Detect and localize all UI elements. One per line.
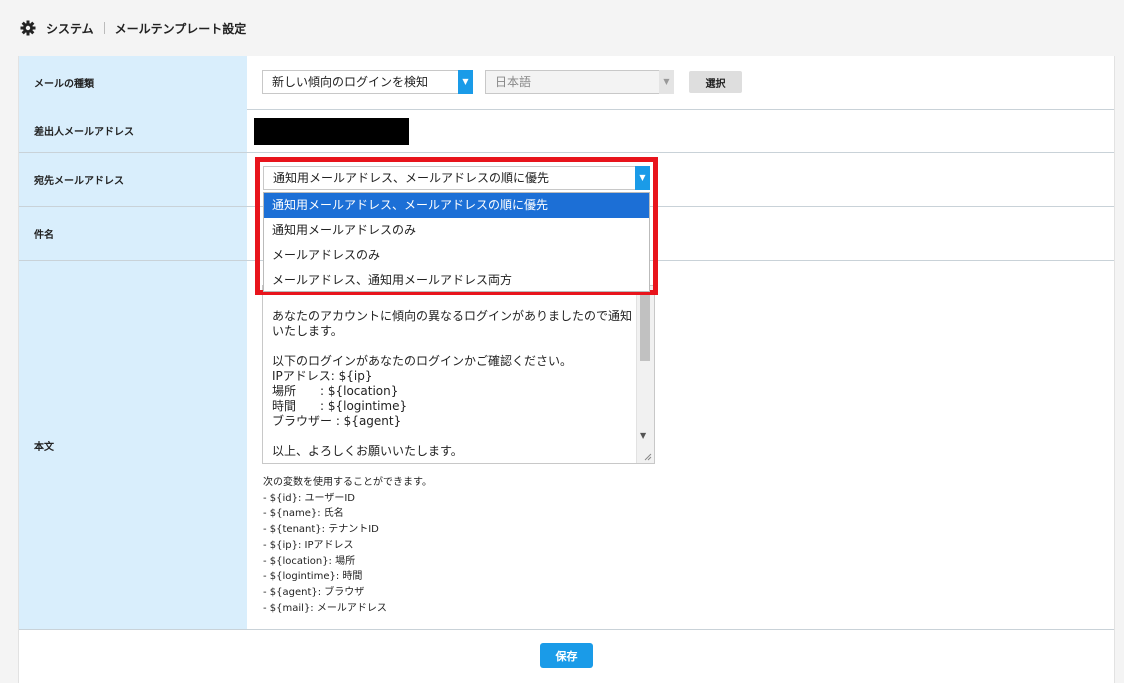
scrollbar-thumb[interactable] (640, 286, 650, 361)
select-button[interactable]: 選択 (689, 71, 742, 93)
row-body: 本文 あなたのアカウントに傾向の異なるログインがありましたので通知いたします。 … (19, 261, 1114, 630)
variables-intro: 次の変数を使用することができます。 (263, 477, 432, 488)
scroll-down-icon[interactable]: ▼ (640, 428, 646, 443)
sender-address-redacted (254, 118, 409, 145)
recipient-select[interactable]: 通知用メールアドレス、メールアドレスの順に優先 ▼ (263, 166, 650, 190)
subject-label: 件名 (19, 207, 247, 260)
mail-type-select[interactable]: 新しい傾向のログインを検知 ▼ (262, 70, 473, 94)
chevron-down-icon: ▼ (458, 70, 473, 94)
recipient-option[interactable]: 通知用メールアドレスのみ (264, 218, 649, 243)
variable-item: - ${tenant}: テナントID (263, 524, 379, 536)
language-value: 日本語 (495, 75, 532, 89)
recipient-option[interactable]: メールアドレスのみ (264, 243, 649, 268)
variable-item: - ${logintime}: 時間 (263, 571, 363, 583)
save-button[interactable]: 保存 (540, 643, 593, 668)
recipient-label: 宛先メールアドレス (19, 153, 247, 206)
variables-help: 次の変数を使用することができます。 - ${id}: ユーザーID - ${na… (263, 475, 432, 616)
body-textarea[interactable]: あなたのアカウントに傾向の異なるログインがありましたので通知いたします。 以下の… (262, 285, 655, 464)
variable-item: - ${location}: 場所 (263, 555, 356, 567)
recipient-value: 通知用メールアドレス、メールアドレスの順に優先 (273, 171, 550, 185)
recipient-option[interactable]: 通知用メールアドレス、メールアドレスの順に優先 (264, 193, 649, 218)
recipient-option[interactable]: メールアドレス、通知用メールアドレス両方 (264, 268, 649, 293)
gear-icon (20, 20, 36, 36)
sender-label: 差出人メールアドレス (19, 109, 247, 152)
variable-item: - ${id}: ユーザーID (263, 492, 355, 504)
breadcrumb-root[interactable]: システム (46, 20, 94, 37)
variable-item: - ${name}: 氏名 (263, 508, 344, 520)
mail-type-label: メールの種類 (19, 56, 247, 109)
chevron-down-icon: ▼ (659, 70, 674, 94)
body-label: 本文 (19, 261, 247, 629)
recipient-options-list: 通知用メールアドレス、メールアドレスの順に優先 通知用メールアドレスのみ メール… (263, 192, 650, 292)
body-text: あなたのアカウントに傾向の異なるログインがありましたので通知いたします。 以下の… (272, 309, 633, 458)
body-scrollbar[interactable]: ▼ (636, 286, 654, 463)
row-mail-type: メールの種類 新しい傾向のログインを検知 ▼ 日本語 ▼ 選択 (19, 56, 1114, 110)
language-select[interactable]: 日本語 ▼ (485, 70, 674, 94)
resize-handle-icon[interactable] (644, 453, 652, 461)
mail-template-form: メールの種類 新しい傾向のログインを検知 ▼ 日本語 ▼ 選択 差出人メールアド… (18, 56, 1115, 683)
chevron-down-icon: ▼ (635, 166, 650, 190)
breadcrumb-separator (103, 22, 105, 34)
variable-item: - ${mail}: メールアドレス (263, 602, 387, 614)
variable-item: - ${ip}: IPアドレス (263, 539, 354, 551)
breadcrumb: システム メールテンプレート設定 (20, 19, 246, 37)
mail-type-value: 新しい傾向のログインを検知 (272, 75, 429, 89)
breadcrumb-current: メールテンプレート設定 (114, 21, 247, 36)
row-sender: 差出人メールアドレス (19, 109, 1114, 153)
variable-item: - ${agent}: ブラウザ (263, 586, 365, 598)
